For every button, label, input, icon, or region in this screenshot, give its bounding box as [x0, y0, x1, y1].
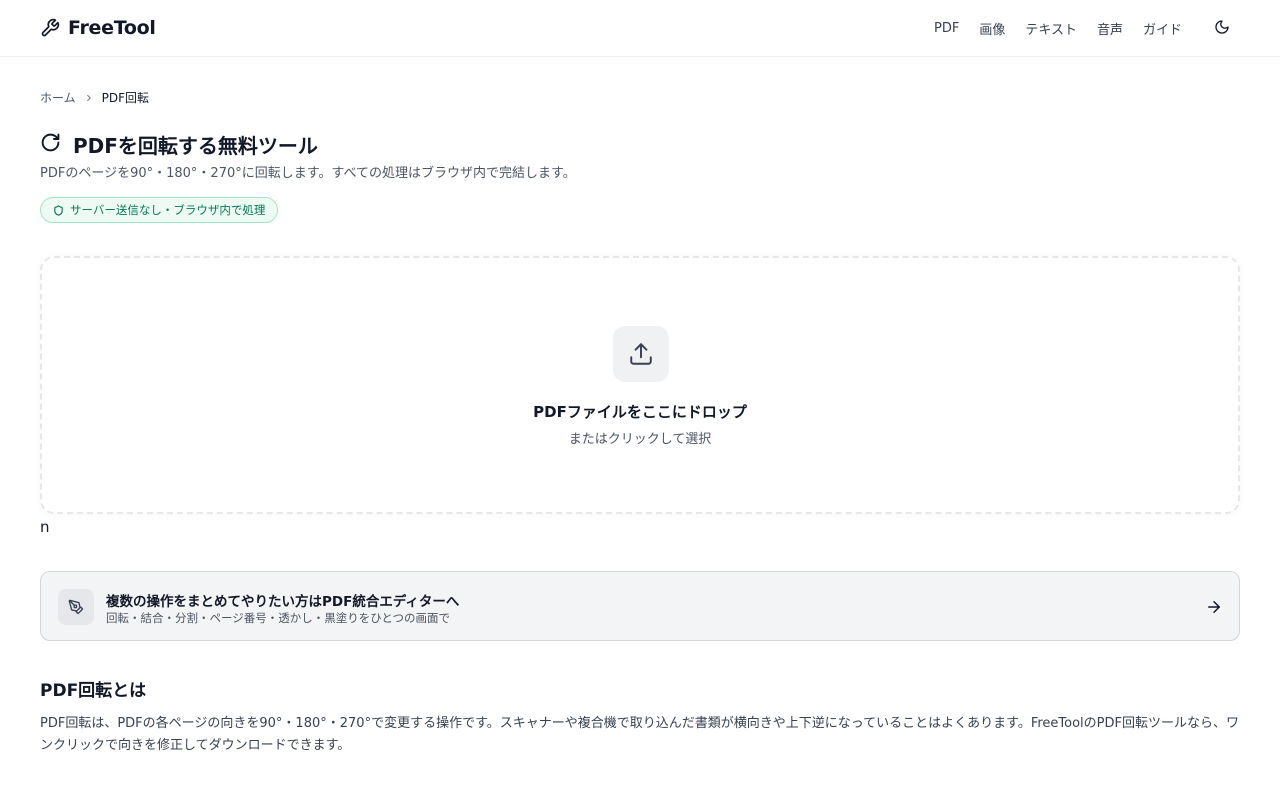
about-section-body: PDF回転は、PDFの各ページの向きを90°・180°・270°で変更する操作で… [40, 716, 1239, 753]
theme-toggle-button[interactable] [1212, 19, 1232, 39]
moon-icon [1214, 19, 1230, 39]
breadcrumb-home[interactable]: ホーム [40, 89, 76, 106]
pdf-editor-link-card[interactable]: 複数の操作をまとめてやりたい方はPDF統合エディターへ 回転・結合・分割・ページ… [40, 571, 1240, 641]
rotate-icon [40, 132, 61, 157]
nav-image[interactable]: 画像 [979, 19, 1005, 38]
main-nav: PDF 画像 テキスト 音声 ガイド [914, 0, 1232, 57]
stray-text: n [40, 518, 50, 536]
privacy-badge: サーバー送信なし・ブラウザ内で処理 [40, 197, 279, 223]
dropzone-subtitle: またはクリックして選択 [568, 432, 712, 447]
upload-icon [613, 326, 669, 382]
arrow-right-icon [1205, 598, 1223, 620]
nav-text[interactable]: テキスト [1025, 19, 1077, 38]
breadcrumb-current: PDF回転 [101, 91, 150, 105]
shield-icon [53, 201, 64, 220]
page-description: PDFのページを90°・180°・270°に回転します。すべての処理はブラウザ内… [40, 166, 576, 181]
editor-card-title: 複数の操作をまとめてやりたい方はPDF統合エディターへ [106, 594, 460, 610]
privacy-badge-text: サーバー送信なし・ブラウザ内で処理 [70, 203, 266, 217]
site-header: FreeTool PDF 画像 テキスト 音声 ガイド [0, 0, 1280, 57]
logo[interactable]: FreeTool [40, 17, 156, 39]
about-section-title: PDF回転とは [40, 681, 147, 701]
logo-text: FreeTool [68, 17, 156, 39]
wrench-icon [40, 18, 60, 38]
file-dropzone[interactable]: PDFファイルをここにドロップ またはクリックして選択 [40, 256, 1240, 514]
chevron-right-icon [84, 93, 94, 103]
nav-guide[interactable]: ガイド [1143, 19, 1182, 38]
pen-tool-icon [58, 589, 94, 625]
editor-card-subtitle: 回転・結合・分割・ページ番号・透かし・黒塗りをひとつの画面で [106, 611, 450, 625]
page-title: PDFを回転する無料ツール [73, 134, 318, 158]
nav-pdf[interactable]: PDF [934, 21, 959, 36]
nav-audio[interactable]: 音声 [1097, 19, 1123, 38]
breadcrumb: ホーム PDF回転 [40, 89, 149, 106]
dropzone-title: PDFファイルをここにドロップ [533, 403, 747, 421]
page-title-row: PDFを回転する無料ツール [40, 130, 318, 159]
